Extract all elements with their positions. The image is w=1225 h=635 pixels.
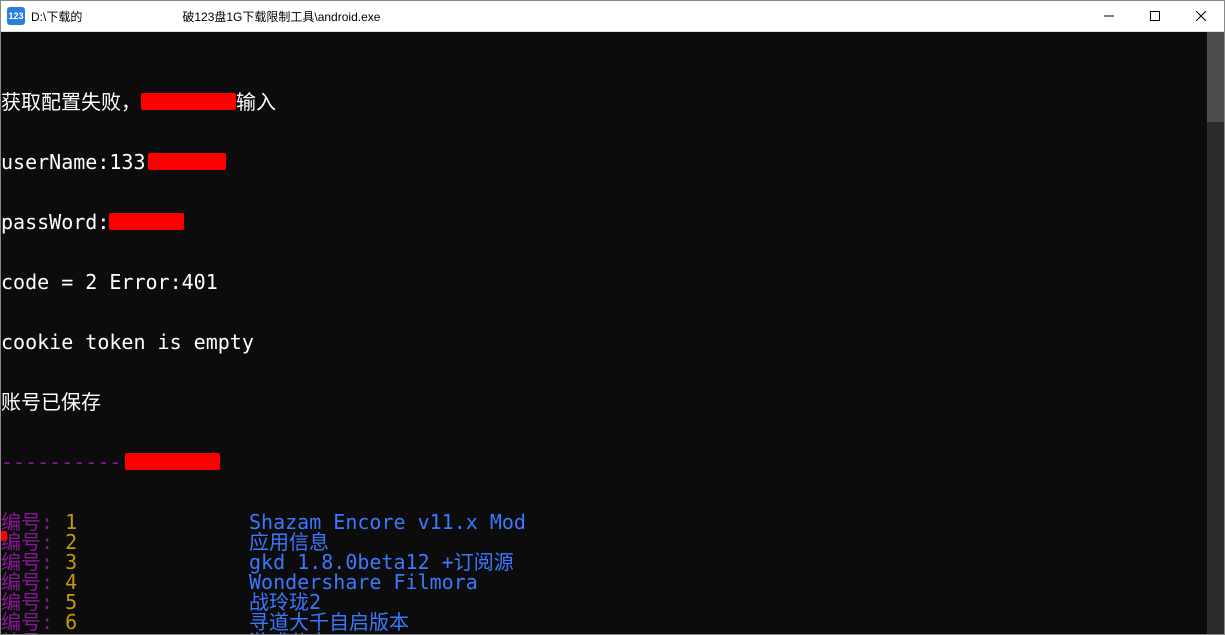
log-line: ---------- <box>1 452 1224 472</box>
list-item: 编号: 7游戏分享 <box>1 632 1224 634</box>
app-icon: 123 <box>7 7 25 25</box>
minimize-icon <box>1104 11 1114 21</box>
title-redacted-gap <box>82 9 182 23</box>
title-middle: 破123盘1G下载限制工具\android.exe <box>182 8 380 25</box>
entry-id: 编号: 4 <box>1 572 249 592</box>
scrollbar[interactable] <box>1207 32 1224 634</box>
entry-id: 编号: 7 <box>1 632 249 634</box>
entry-id: 编号: 5 <box>1 592 249 612</box>
entry-id: 编号: 6 <box>1 612 249 632</box>
entry-name: Wondershare Filmora <box>249 572 478 592</box>
list-item: 编号: 1Shazam Encore v11.x Mod <box>1 512 1224 532</box>
close-button[interactable] <box>1178 1 1224 31</box>
log-line: passWord: <box>1 212 1224 232</box>
list-item: 编号: 4Wondershare Filmora <box>1 572 1224 592</box>
console-output[interactable]: 获取配置失败，输入 userName:133 passWord: code = … <box>1 32 1224 634</box>
titlebar[interactable]: 123 D:\下载的 破123盘1G下载限制工具\android.exe <box>1 1 1224 32</box>
log-line: 账号已保存 <box>1 392 1224 412</box>
entry-id: 编号: 1 <box>1 512 249 532</box>
window-controls <box>1086 1 1224 31</box>
log-line: cookie token is empty <box>1 332 1224 352</box>
list-item: 编号: 3gkd 1.8.0beta12 +订阅源 <box>1 552 1224 572</box>
entry-name: gkd 1.8.0beta12 +订阅源 <box>249 552 514 572</box>
redacted-mark <box>109 213 184 230</box>
list-item: 编号: 2应用信息 <box>1 532 1224 552</box>
entry-name: 寻道大千自启版本 <box>249 612 409 632</box>
entry-name: 战玲珑2 <box>249 592 321 612</box>
redacted-mark <box>148 153 226 170</box>
list-item: 编号: 6寻道大千自启版本 <box>1 612 1224 632</box>
entry-name: Shazam Encore v11.x Mod <box>249 512 526 532</box>
maximize-icon <box>1150 11 1160 21</box>
log-line: code = 2 Error:401 <box>1 272 1224 292</box>
entry-id: 编号: 2 <box>1 532 249 552</box>
minimize-button[interactable] <box>1086 1 1132 31</box>
title-prefix: D:\下载的 <box>31 8 82 25</box>
app-window: 123 D:\下载的 破123盘1G下载限制工具\android.exe 获取配… <box>0 0 1225 635</box>
file-list: 编号: 1Shazam Encore v11.x Mod编号: 2应用信息编号:… <box>1 512 1224 634</box>
scroll-thumb[interactable] <box>1207 32 1224 122</box>
maximize-button[interactable] <box>1132 1 1178 31</box>
close-icon <box>1196 11 1206 21</box>
entry-id: 编号: 3 <box>1 552 249 572</box>
log-line: userName:133 <box>1 152 1224 172</box>
stray-red-mark <box>1 531 7 541</box>
log-line: 获取配置失败，输入 <box>1 92 1224 112</box>
list-item: 编号: 5战玲珑2 <box>1 592 1224 612</box>
entry-name: 游戏分享 <box>249 632 329 634</box>
redacted-mark <box>141 93 236 110</box>
redacted-mark <box>125 453 220 470</box>
entry-name: 应用信息 <box>249 532 329 552</box>
